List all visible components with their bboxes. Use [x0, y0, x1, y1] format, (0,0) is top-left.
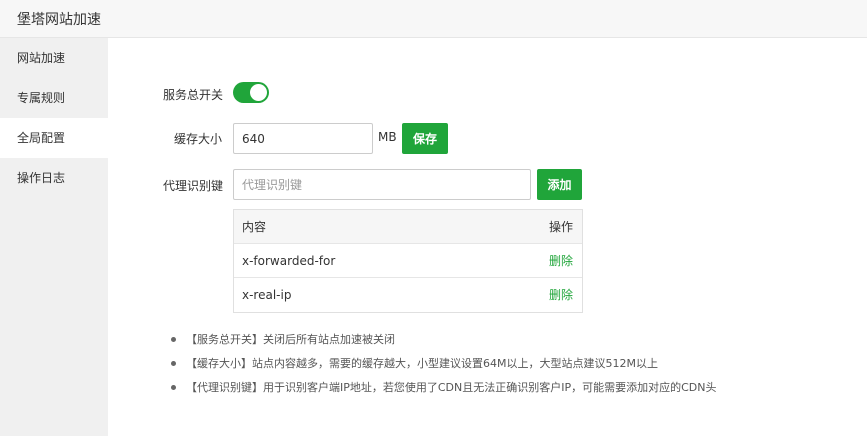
table-row: x-forwarded-for 删除: [234, 244, 582, 278]
tip-text: 【缓存大小】站点内容越多，需要的缓存越大，小型建议设置64M以上，大型站点建议5…: [186, 357, 658, 370]
sidebar-item-operation-log[interactable]: 操作日志: [0, 158, 108, 198]
cache-size-label: 缓存大小: [174, 132, 223, 146]
table-header: 内容 操作: [234, 210, 582, 244]
sidebar-item-global-config[interactable]: 全局配置: [0, 118, 108, 158]
sidebar-item-label: 专属规则: [17, 91, 66, 105]
help-tips: 【服务总开关】关闭后所有站点加速被关闭 【缓存大小】站点内容越多，需要的缓存越大…: [171, 330, 717, 402]
tip-item: 【代理识别键】用于识别客户端IP地址，若您使用了CDN且无法正确识别客户IP，可…: [171, 378, 717, 402]
proxy-key-input[interactable]: [233, 169, 531, 200]
table-row: x-real-ip 删除: [234, 278, 582, 312]
sidebar: 网站加速 专属规则 全局配置 操作日志: [0, 38, 108, 436]
tip-text: 【代理识别键】用于识别客户端IP地址，若您使用了CDN且无法正确识别客户IP，可…: [186, 381, 717, 394]
service-switch-toggle[interactable]: [233, 82, 269, 103]
bullet-icon: [171, 361, 176, 366]
delete-link[interactable]: 删除: [549, 244, 573, 278]
service-switch-label: 服务总开关: [163, 88, 224, 102]
sidebar-item-site-acceleration[interactable]: 网站加速: [0, 38, 108, 78]
toggle-knob: [250, 84, 267, 101]
cache-size-unit: MB: [378, 130, 397, 144]
tip-text: 【服务总开关】关闭后所有站点加速被关闭: [186, 333, 395, 346]
save-button[interactable]: 保存: [402, 123, 448, 154]
column-header-content: 内容: [242, 220, 267, 234]
bullet-icon: [171, 385, 176, 390]
sidebar-item-label: 操作日志: [17, 171, 66, 185]
column-header-action: 操作: [548, 220, 573, 234]
proxy-key-label: 代理识别键: [163, 179, 224, 193]
sidebar-item-label: 网站加速: [17, 51, 66, 65]
sidebar-item-label: 全局配置: [17, 131, 66, 145]
row-content: x-forwarded-for: [242, 254, 336, 268]
cache-size-input[interactable]: [233, 123, 373, 154]
tip-item: 【缓存大小】站点内容越多，需要的缓存越大，小型建议设置64M以上，大型站点建议5…: [171, 354, 717, 378]
delete-link[interactable]: 删除: [549, 278, 573, 312]
row-content: x-real-ip: [242, 288, 292, 302]
proxy-key-table: 内容 操作 x-forwarded-for 删除 x-real-ip 删除: [233, 209, 583, 313]
window-title: 堡塔网站加速: [17, 12, 101, 28]
tip-item: 【服务总开关】关闭后所有站点加速被关闭: [171, 330, 717, 354]
add-button[interactable]: 添加: [537, 169, 582, 200]
bullet-icon: [171, 337, 176, 342]
sidebar-item-exclusive-rules[interactable]: 专属规则: [0, 78, 108, 118]
title-bar: 堡塔网站加速: [0, 0, 867, 38]
